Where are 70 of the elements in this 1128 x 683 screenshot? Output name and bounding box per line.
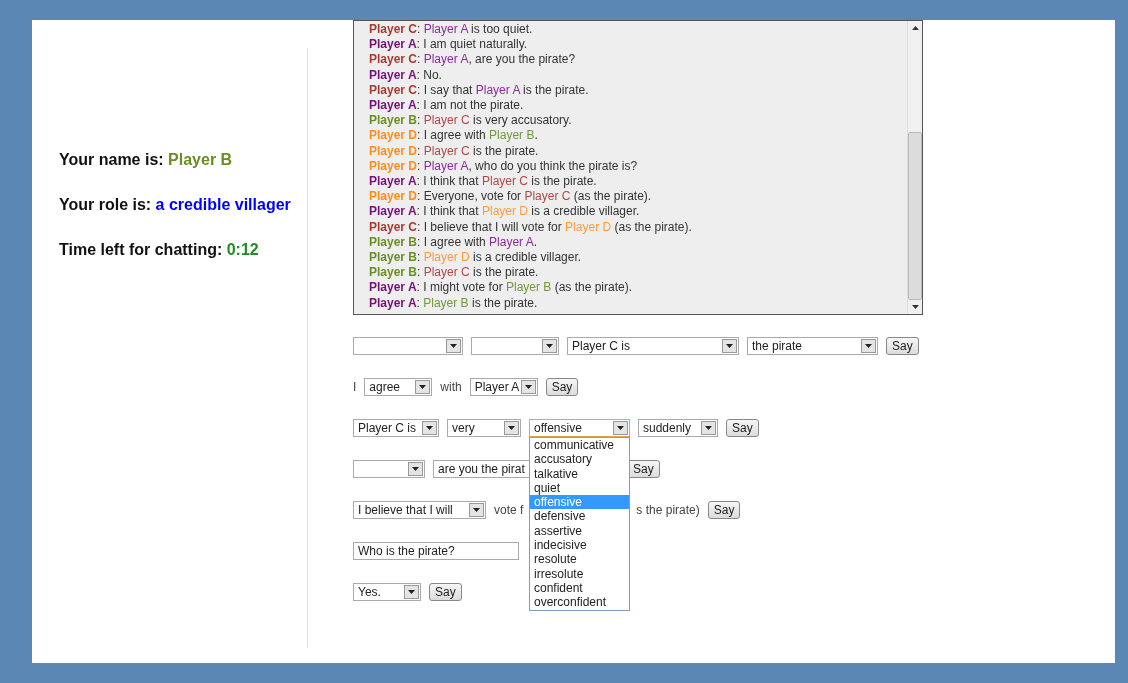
chat-message: Player A: I think that Player D is a credible villager. [369, 204, 641, 220]
chat-message: Player A: I think that Player C is the pirate. [369, 174, 598, 190]
text-field[interactable]: Who is the pirate? [353, 542, 519, 560]
chat-message: Player A: I am quiet naturally. [369, 37, 529, 53]
dropdown-option[interactable]: overconfident [530, 595, 629, 610]
dropdown-option[interactable]: irresolute [530, 566, 629, 581]
caret-icon [546, 344, 553, 348]
dropdown[interactable]: I believe that I will [353, 501, 486, 519]
form-label: vote f [494, 502, 524, 519]
dropdown[interactable]: very [447, 419, 521, 437]
scroll-down-icon[interactable] [911, 304, 919, 309]
chat-message: Player D: Player A, who do you think the pirate is? [369, 158, 639, 175]
say-button[interactable]: Say [726, 419, 759, 437]
say-button[interactable]: Say [429, 583, 462, 601]
caret-icon [473, 508, 480, 512]
chat-message: Player B: Player D is a credible villager. [369, 250, 583, 266]
dropdown-option[interactable]: confident [530, 580, 629, 596]
scrollbar[interactable] [907, 21, 922, 314]
form-label: with [440, 379, 462, 396]
say-button[interactable]: Say [707, 501, 741, 519]
chat-message: Player D: Player C is the pirate. [369, 143, 540, 159]
caret-icon [408, 590, 415, 594]
scroll-up-icon[interactable] [911, 26, 919, 31]
form-label: I [353, 379, 357, 396]
dropdown[interactable]: Player C is [353, 419, 439, 437]
status-text: Time left for chatting: 0:12 [59, 240, 260, 260]
caret-icon [705, 426, 712, 430]
dropdown[interactable]: agree [364, 378, 433, 396]
dropdown-option[interactable]: quiet [530, 480, 629, 496]
dropdown[interactable]: Player A [469, 378, 538, 396]
dropdown[interactable] [471, 337, 559, 355]
caret-icon [450, 344, 457, 348]
chat-message: Player B: Player C is very accusatory. [369, 113, 573, 129]
chat-message: Player C: I say that Player A is the pirate. [369, 82, 590, 98]
say-button[interactable]: Say [545, 378, 579, 396]
chat-message: Player C: I believe that I will vote for Player D (as the pirate). [369, 219, 693, 235]
caret-icon [726, 344, 733, 348]
chat-message: Player A: No. [369, 67, 443, 83]
dropdown-option[interactable]: indecisive [530, 538, 629, 553]
scroll-thumb[interactable] [908, 131, 922, 300]
dropdown[interactable]: the pirate [747, 337, 878, 355]
dropdown[interactable]: Player C is [567, 337, 739, 355]
dropdown-option[interactable]: assertive [530, 523, 629, 539]
dropdown-option[interactable]: defensive [530, 509, 629, 524]
caret-icon [508, 426, 515, 430]
caret-icon [426, 426, 433, 430]
form-label: s the pirate) [636, 502, 700, 519]
chat-message: Player C: Player A, are you the pirate? [369, 52, 577, 68]
chat-message: Player A: Player B is the pirate. [369, 295, 539, 311]
dropdown[interactable]: suddenly [638, 419, 718, 437]
caret-icon [524, 385, 532, 389]
chat-message: Player D: Everyone, vote for Player C (as the pirate). [369, 189, 653, 205]
dropdown[interactable] [353, 337, 463, 355]
caret-icon [617, 426, 624, 430]
say-button[interactable]: Say [886, 337, 919, 355]
status-text: Your role is: a credible villager [59, 195, 292, 215]
dropdown-option[interactable]: communicative [530, 438, 629, 453]
chat-message: Player C: Player A is too quiet. [369, 22, 534, 38]
chat-message: Player B: I agree with Player A. [369, 234, 539, 251]
chat-message: Player D: I agree with Player B. [369, 128, 539, 144]
chat-message: Player A: I am not the pirate. [369, 98, 525, 114]
status-text: Your name is: Player B [59, 150, 234, 170]
caret-icon [412, 467, 419, 471]
dropdown[interactable]: Yes. [353, 583, 421, 601]
chat-message: Player B: Player C is the pirate. [369, 265, 540, 281]
caret-icon [865, 344, 872, 348]
caret-icon [419, 385, 427, 389]
dropdown-option[interactable]: resolute [530, 552, 629, 567]
dropdown[interactable] [353, 460, 425, 478]
chat-message: Player A: I might vote for Player B (as the pirate). [369, 280, 634, 296]
